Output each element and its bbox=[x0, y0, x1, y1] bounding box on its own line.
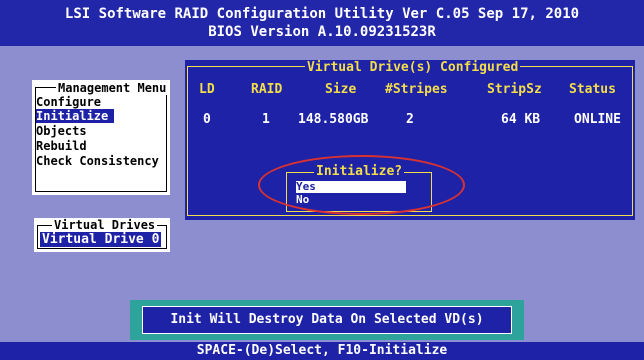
menu-item-check-consistency[interactable]: Check Consistency bbox=[36, 154, 159, 168]
management-menu-title: Management Menu bbox=[56, 81, 169, 95]
table-cell-raid[interactable]: 1 bbox=[262, 112, 270, 127]
menu-item-configure[interactable]: Configure bbox=[36, 95, 101, 109]
column-header-size: Size bbox=[325, 82, 357, 97]
virtual-drives-panel: Virtual Drives Virtual Drive 0 bbox=[34, 218, 170, 252]
table-cell-size[interactable]: 148.580GB bbox=[298, 112, 368, 127]
table-cell-stripsz[interactable]: 64 KB bbox=[501, 112, 540, 127]
management-menu: Management Menu Configure Initialize Obj… bbox=[32, 80, 170, 195]
column-header-status: Status bbox=[569, 82, 616, 97]
column-header-stripes: #Stripes bbox=[385, 82, 448, 97]
warning-message-box: Init Will Destroy Data On Selected VD(s) bbox=[130, 300, 524, 340]
table-cell-status[interactable]: ONLINE bbox=[574, 112, 621, 127]
menu-item-rebuild[interactable]: Rebuild bbox=[36, 139, 87, 153]
virtual-drive-item[interactable]: Virtual Drive 0 bbox=[40, 232, 162, 247]
app-title: LSI Software RAID Configuration Utility … bbox=[64, 6, 580, 22]
bios-version: BIOS Version A.10.09231523R bbox=[208, 24, 436, 40]
key-hint-footer: SPACE-(De)Select, F10-Initialize bbox=[0, 342, 644, 360]
vd-configured-title: Virtual Drive(s) Configured bbox=[305, 60, 521, 75]
column-header-ld: LD bbox=[199, 82, 215, 97]
highlight-oval bbox=[258, 155, 465, 215]
warning-message: Init Will Destroy Data On Selected VD(s) bbox=[142, 306, 512, 334]
table-cell-ld[interactable]: 0 bbox=[203, 112, 211, 127]
menu-item-initialize[interactable]: Initialize bbox=[36, 109, 115, 123]
column-header-raid: RAID bbox=[251, 82, 283, 97]
virtual-drives-title: Virtual Drives bbox=[52, 218, 158, 232]
column-header-stripsz: StripSz bbox=[487, 82, 542, 97]
menu-item-objects[interactable]: Objects bbox=[36, 124, 87, 138]
app-header: LSI Software RAID Configuration Utility … bbox=[0, 0, 644, 46]
table-cell-stripes[interactable]: 2 bbox=[406, 112, 414, 127]
